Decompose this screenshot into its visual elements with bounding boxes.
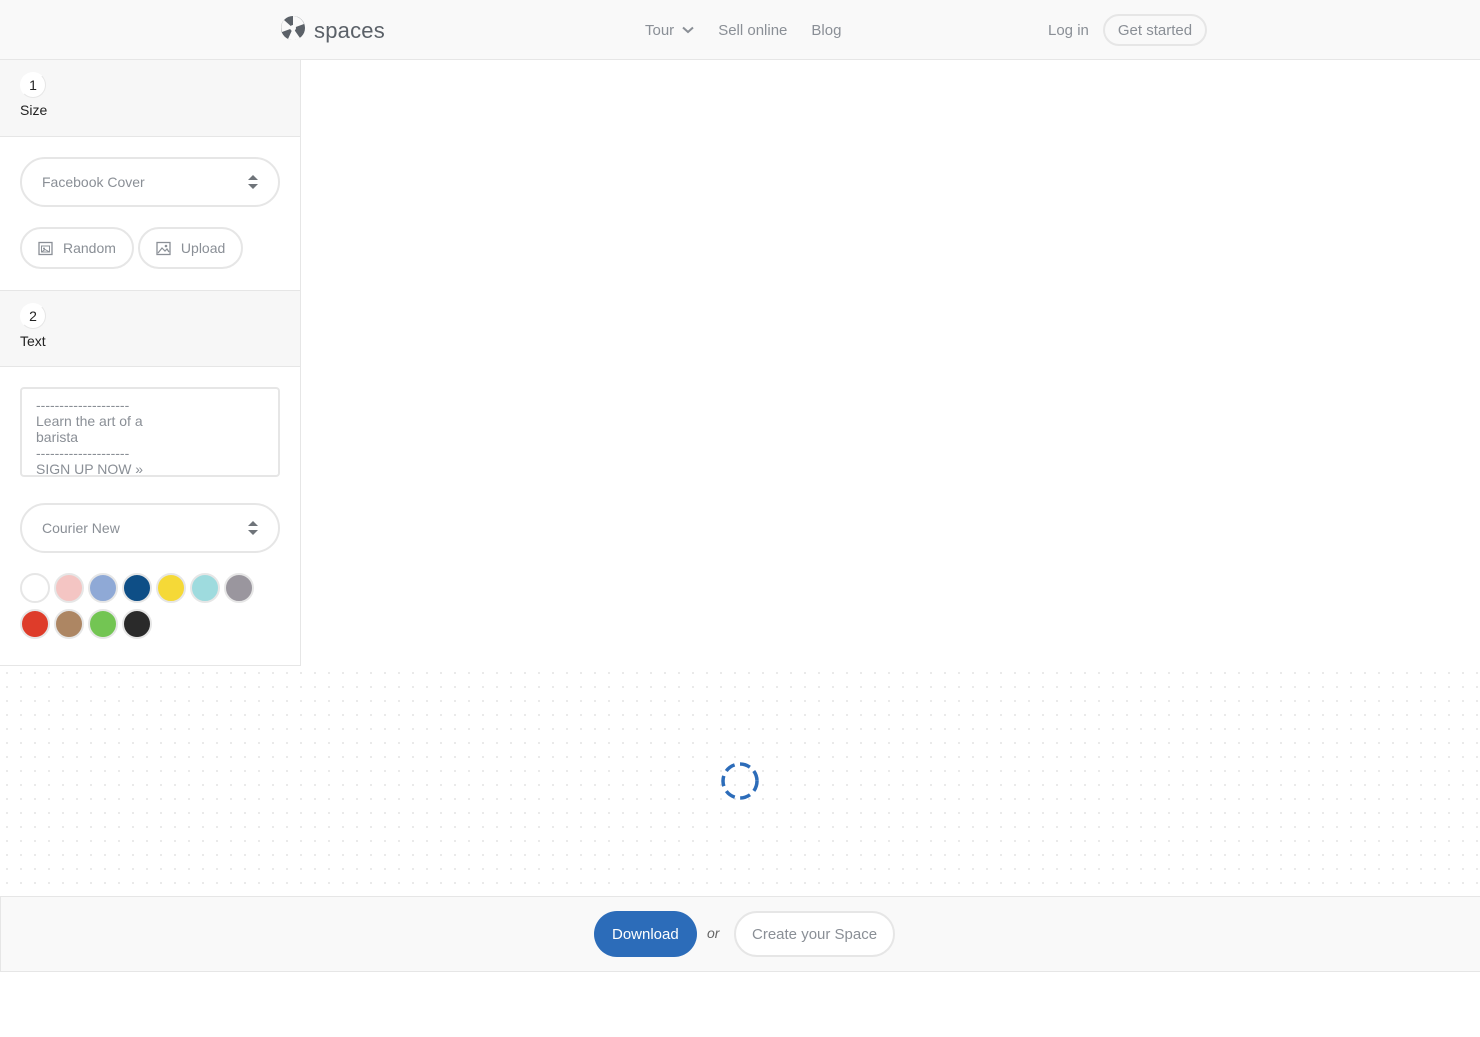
- step-size-header: 1 Size: [0, 60, 300, 137]
- size-select[interactable]: Facebook Cover: [20, 157, 280, 207]
- color-swatch[interactable]: [54, 609, 84, 639]
- spinner-icon: [721, 762, 759, 800]
- color-swatch[interactable]: [20, 573, 50, 603]
- nav-tour-dropdown[interactable]: Tour: [645, 22, 694, 39]
- login-link[interactable]: Log in: [1048, 22, 1089, 39]
- color-swatch[interactable]: [20, 609, 50, 639]
- random-button-label: Random: [63, 240, 116, 256]
- color-swatch[interactable]: [88, 573, 118, 603]
- upload-image-button[interactable]: Upload: [137, 227, 244, 269]
- nav-blog[interactable]: Blog: [811, 22, 841, 39]
- main-nav: Tour Sell online Blog: [645, 0, 865, 60]
- get-started-button[interactable]: Get started: [1102, 14, 1208, 46]
- image-buttons: Random Upload: [20, 227, 280, 269]
- size-select-value: Facebook Cover: [42, 174, 145, 190]
- font-select[interactable]: Courier New: [20, 503, 280, 553]
- brand-logo-link[interactable]: spaces: [280, 15, 385, 46]
- step-label: Text: [20, 333, 46, 349]
- random-image-button[interactable]: Random: [20, 227, 134, 269]
- nav-sell-online[interactable]: Sell online: [718, 22, 787, 39]
- color-swatch[interactable]: [122, 609, 152, 639]
- color-swatch[interactable]: [224, 573, 254, 603]
- nav-tour-label: Tour: [645, 21, 675, 39]
- text-section: -------------------- Learn the art of a …: [0, 367, 300, 666]
- color-swatch[interactable]: [190, 573, 220, 603]
- bottom-action-bar: Download or Create your Space: [0, 896, 1480, 972]
- step-text-header: 2 Text: [0, 290, 300, 367]
- random-image-icon: [38, 241, 53, 255]
- top-navigation-bar: spaces Tour Sell online Blog Log in Get …: [0, 0, 1480, 60]
- step-label: Size: [20, 102, 48, 118]
- spaces-logo-icon: [280, 15, 306, 46]
- step-number: 2: [20, 303, 46, 329]
- cover-text-input[interactable]: -------------------- Learn the art of a …: [20, 387, 280, 477]
- size-section: Facebook Cover Random Upload: [0, 137, 300, 290]
- download-button[interactable]: Download: [594, 911, 697, 957]
- create-space-button[interactable]: Create your Space: [734, 911, 896, 957]
- color-swatch[interactable]: [122, 573, 152, 603]
- font-select-value: Courier New: [42, 520, 120, 536]
- editor-sidebar: 1 Size Facebook Cover Random Upload 2 Te…: [0, 60, 301, 666]
- step-number: 1: [20, 72, 46, 98]
- account-nav: Log in Get started: [1048, 0, 1208, 60]
- upload-image-icon: [156, 241, 171, 255]
- color-swatch[interactable]: [156, 573, 186, 603]
- select-arrows-icon: [248, 175, 258, 189]
- select-arrows-icon: [248, 521, 258, 535]
- or-separator: or: [707, 925, 720, 941]
- color-swatch[interactable]: [88, 609, 118, 639]
- upload-button-label: Upload: [180, 240, 226, 256]
- brand-name: spaces: [314, 17, 385, 43]
- chevron-down-icon: [682, 26, 694, 34]
- color-swatch[interactable]: [54, 573, 84, 603]
- text-color-swatches: [20, 573, 260, 645]
